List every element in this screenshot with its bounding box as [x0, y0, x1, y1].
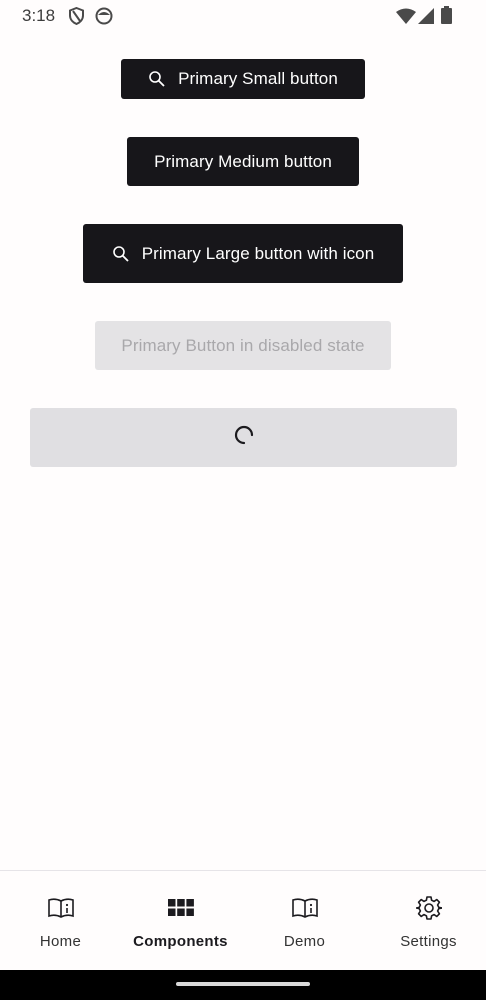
status-time: 3:18	[22, 6, 56, 25]
wifi-icon	[396, 8, 416, 29]
primary-large-button[interactable]: Primary Large button with icon	[83, 224, 403, 283]
primary-medium-button-label: Primary Medium button	[154, 151, 332, 171]
nav-item-home[interactable]: Home	[0, 871, 121, 971]
nav-label-components: Components	[133, 933, 228, 950]
nav-item-demo[interactable]: Demo	[244, 871, 365, 971]
nav-label-home: Home	[39, 933, 82, 950]
status-bar: 3:18	[0, 0, 486, 32]
primary-small-button-label: Primary Small button	[178, 69, 338, 88]
primary-loading-button	[30, 408, 457, 467]
battery-icon	[441, 6, 452, 29]
primary-disabled-button-label: Primary Button in disabled state	[121, 335, 365, 355]
search-icon	[112, 245, 130, 263]
loading-spinner-icon	[232, 423, 256, 452]
nav-item-settings[interactable]: Settings	[368, 871, 486, 971]
nav-label-demo: Demo	[283, 933, 326, 950]
primary-large-button-label: Primary Large button with icon	[141, 243, 375, 263]
face-icon	[95, 7, 113, 30]
grid-icon	[167, 895, 194, 921]
book-info-icon	[291, 895, 319, 921]
shield-icon	[68, 6, 85, 30]
nav-label-settings: Settings	[400, 933, 457, 950]
signal-icon	[418, 8, 434, 29]
primary-disabled-button: Primary Button in disabled state	[95, 321, 391, 370]
home-gesture-handle[interactable]	[176, 982, 310, 986]
primary-small-button[interactable]: Primary Small button	[121, 59, 365, 99]
nav-item-components[interactable]: Components	[120, 871, 241, 971]
gesture-navigation-bar	[0, 970, 486, 1000]
book-info-icon	[47, 895, 75, 921]
search-icon	[148, 70, 166, 88]
gear-icon	[415, 895, 442, 921]
primary-medium-button[interactable]: Primary Medium button	[127, 137, 359, 186]
bottom-navigation: Home Components Demo Settings	[0, 870, 486, 971]
